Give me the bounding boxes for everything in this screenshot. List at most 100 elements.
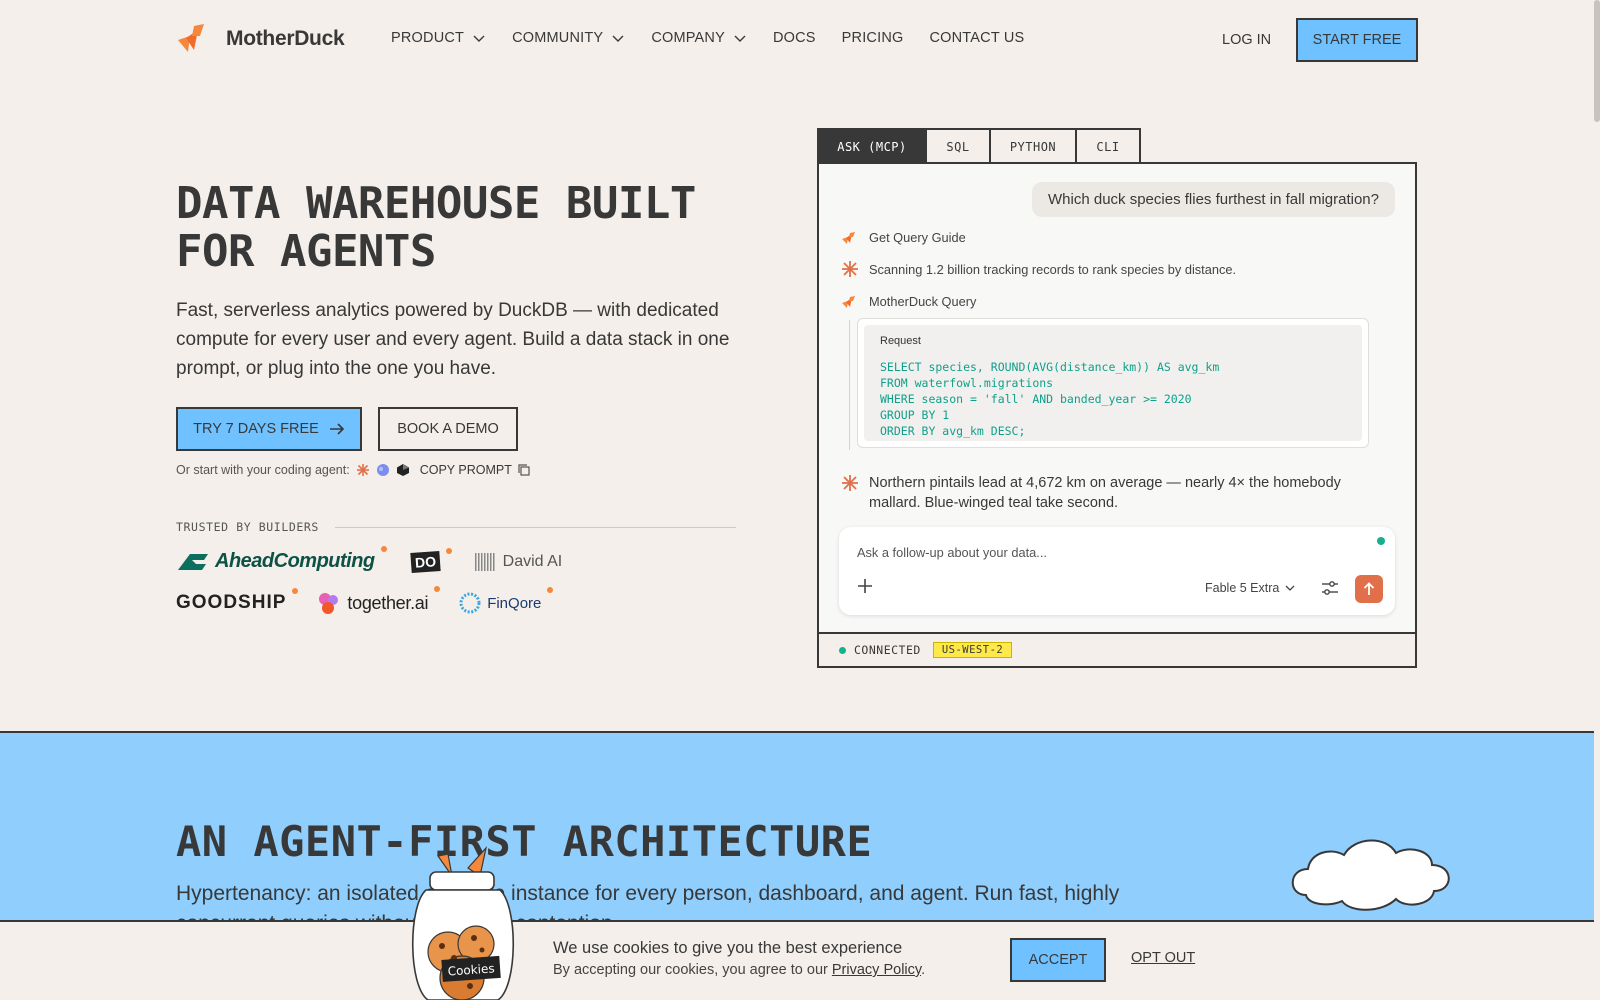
claude-icon (842, 475, 858, 491)
copy-prompt-button[interactable]: COPY PROMPT (420, 463, 530, 477)
opt-out-link[interactable]: OPT OUT (1131, 950, 1195, 966)
nav-contact-label: CONTACT US (929, 30, 1025, 46)
nav-links: PRODUCT COMMUNITY COMPANY DOCS PRICING C… (391, 30, 1050, 46)
chat-transcript: Which duck species flies furthest in fal… (819, 164, 1415, 632)
customer-logos-row-2: GOODSHIP together.ai FinQore (176, 586, 571, 616)
nav-pricing[interactable]: PRICING (842, 30, 904, 46)
tab-ask-mcp[interactable]: ASK (MCP) (817, 128, 927, 163)
logo-do-text: DO (409, 550, 441, 573)
logo-aheadcomputing: AheadComputing (176, 546, 387, 573)
logo-together: together.ai (316, 586, 441, 616)
coding-agent-line: Or start with your coding agent: COPY PR… (176, 463, 530, 477)
tab-python[interactable]: PYTHON (989, 128, 1077, 163)
step-motherduck-query-text: MotherDuck Query (869, 294, 977, 309)
logo-finqore-text: FinQore (487, 594, 542, 612)
send-button[interactable] (1355, 575, 1383, 603)
chevron-down-icon (612, 35, 624, 42)
model-selector[interactable]: Fable 5 Extra (1205, 581, 1295, 595)
duck-logo-icon (178, 24, 204, 52)
step-scanning-text: Scanning 1.2 billion tracking records to… (869, 261, 1237, 277)
nav-pricing-label: PRICING (841, 30, 904, 46)
copy-prompt-label: COPY PROMPT (419, 463, 512, 477)
cookie-text-body: By accepting our cookies, you agree to o… (553, 962, 828, 978)
start-free-button[interactable]: START FREE (1296, 18, 1418, 62)
model-name: Fable 5 Extra (1205, 581, 1280, 595)
chevron-down-icon (734, 35, 746, 42)
logo-text: MotherDuck (226, 27, 345, 50)
sql-query: SELECT species, ROUND(AVG(distance_km)) … (880, 360, 1220, 438)
status-dot (1377, 537, 1385, 545)
nav-product-label: PRODUCT (391, 30, 465, 46)
cursor-icon[interactable] (396, 463, 410, 477)
agent-text: Or start with your coding agent: (176, 463, 350, 477)
architecture-title: AN AGENT-FIRST ARCHITECTURE (176, 817, 873, 866)
nav-company[interactable]: COMPANY (651, 30, 747, 46)
logo-dot (445, 547, 452, 554)
tab-cli[interactable]: CLI (1075, 128, 1141, 163)
user-message: Which duck species flies furthest in fal… (1032, 182, 1395, 217)
divider (334, 526, 736, 528)
try-free-button[interactable]: TRY 7 DAYS FREE (176, 407, 362, 451)
book-demo-button[interactable]: BOOK A DEMO (378, 407, 518, 451)
logo-finqore: FinQore (458, 587, 554, 615)
nav-contact[interactable]: CONTACT US (929, 30, 1024, 46)
nav-docs[interactable]: DOCS (773, 30, 816, 46)
cookie-banner (0, 920, 1594, 1000)
nav-community-label: COMMUNITY (512, 30, 604, 46)
cookie-text-period: . (921, 962, 926, 978)
try-free-label: TRY 7 DAYS FREE (193, 421, 319, 437)
request-label: Request (880, 335, 921, 347)
sliders-icon[interactable] (1321, 579, 1339, 597)
logo-goodship: GOODSHIP (176, 588, 299, 614)
trusted-label: TRUSTED BY BUILDERS (176, 520, 319, 534)
logo-aheadcomputing-text: AheadComputing (215, 550, 375, 572)
connection-status-bar: CONNECTED US-WEST-2 (819, 632, 1415, 666)
arrow-up-icon (1363, 582, 1375, 595)
accept-cookies-button[interactable]: ACCEPT (1010, 938, 1106, 982)
duck-icon (842, 231, 855, 244)
hero-subtitle: Fast, serverless analytics powered by Du… (176, 300, 730, 379)
nav-product[interactable]: PRODUCT (391, 30, 486, 46)
cloud-illustration (1291, 839, 1450, 911)
chevron-down-icon (1285, 585, 1295, 591)
together-mark-icon (319, 593, 339, 614)
answer-text: Northern pintails lead at 4,672 km on av… (869, 475, 1341, 511)
logo-dot (292, 588, 299, 594)
step-motherduck-query: MotherDuck Query (841, 294, 976, 309)
assistant-answer: Northern pintails lead at 4,672 km on av… (841, 473, 1381, 513)
tab-sql[interactable]: SQL (925, 128, 991, 163)
cookie-title: We use cookies to give you the best expe… (553, 939, 903, 957)
page-scrollbar[interactable] (1594, 0, 1600, 122)
add-attachment-button[interactable] (857, 577, 873, 600)
chat-input-placeholder: Ask a follow-up about your data... (857, 545, 1047, 560)
aheadcomputing-mark-icon (178, 553, 208, 570)
plus-icon (858, 579, 872, 593)
logo-dot (547, 587, 554, 593)
query-request-body: Request SELECT species, ROUND(AVG(distan… (864, 325, 1362, 441)
login-link[interactable]: LOG IN (1222, 32, 1271, 48)
logo-do: DO (409, 547, 452, 573)
arrow-right-icon (329, 423, 344, 435)
motherduck-logo[interactable]: MotherDuck (176, 22, 345, 56)
claude-icon[interactable] (356, 463, 370, 477)
chat-input[interactable]: Ask a follow-up about your data... Fable… (839, 527, 1395, 615)
gemini-icon[interactable] (376, 463, 390, 477)
davidai-mark-icon (474, 552, 495, 571)
step-query-guide: Get Query Guide (841, 230, 966, 245)
connection-status: CONNECTED (854, 643, 921, 657)
chevron-down-icon (473, 35, 485, 42)
claude-icon (842, 261, 858, 277)
chat-panel: Which duck species flies furthest in fal… (817, 162, 1417, 668)
logo-together-text: together.ai (347, 592, 429, 613)
top-nav: MotherDuck PRODUCT COMMUNITY COMPANY DOC… (0, 0, 1600, 80)
nav-community[interactable]: COMMUNITY (512, 30, 625, 46)
nav-company-label: COMPANY (651, 30, 725, 46)
cookie-jar-illustration: Cookies (411, 846, 515, 1000)
divider (849, 320, 850, 450)
logo-goodship-text: GOODSHIP (176, 592, 287, 613)
privacy-policy-link[interactable]: Privacy Policy (832, 962, 921, 978)
cookie-text: By accepting our cookies, you agree to o… (553, 962, 925, 978)
logo-dot (434, 586, 441, 592)
connected-dot (839, 646, 846, 654)
duck-icon (842, 295, 855, 308)
